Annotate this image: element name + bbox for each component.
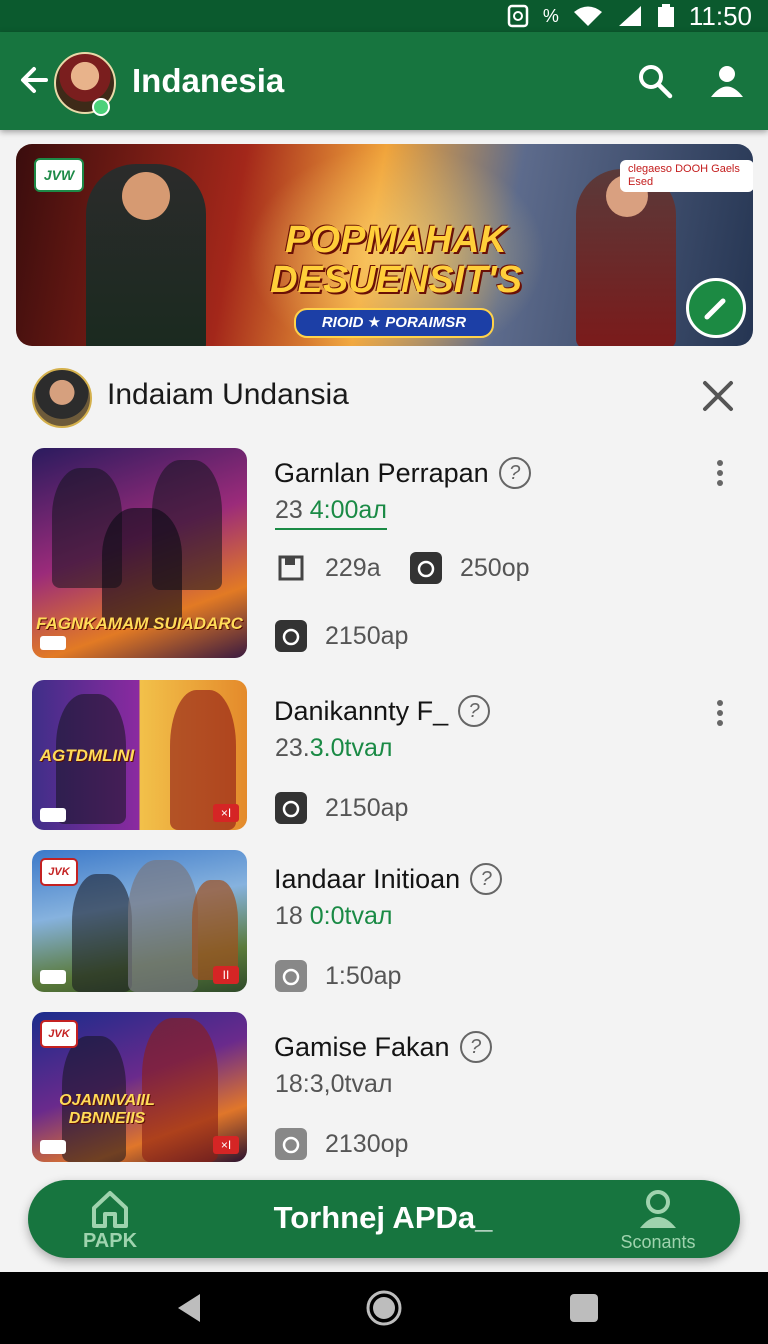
app-bar: Indanesia (0, 32, 768, 130)
game-title: Danikannty F_ ? (274, 694, 491, 728)
thumbnail-tag (40, 636, 66, 650)
game-thumbnail[interactable]: FAGNKAMAM SUIADARC (32, 448, 247, 658)
section-header: Indaiam Undansia (0, 360, 768, 432)
stat: 250op (410, 552, 530, 584)
banner-character-left (86, 164, 206, 346)
thumbnail-badge: ×I (213, 804, 239, 822)
wifi-icon (573, 5, 603, 27)
contacts-tab-label: Sconants (620, 1232, 696, 1252)
battery-saver-icon: % (542, 5, 559, 26)
page-title: Indanesia (132, 62, 285, 99)
help-icon[interactable]: ? (458, 695, 491, 727)
banner-badge: clegaeso DOOH Gaels Esed (620, 160, 753, 192)
home-icon (92, 1191, 128, 1228)
thumbnail-title: AGTDMLINI (39, 746, 135, 765)
edit-button[interactable] (686, 278, 746, 338)
close-icon[interactable] (700, 378, 736, 414)
game-time: 18:3,0tvaл (275, 1070, 393, 1098)
help-icon[interactable]: ? (470, 863, 503, 895)
game-title: Gamise Fakan ? (274, 1030, 492, 1064)
thumbnail-tag (40, 1140, 66, 1154)
stat: 2150ap (275, 620, 408, 652)
thumbnail-tag (40, 970, 66, 984)
stat: 1:50ap (275, 960, 401, 992)
thumbnail-tag (40, 808, 66, 822)
home-tab-label: PAPK (82, 1230, 138, 1252)
contacts-tab[interactable]: Sconants (608, 1188, 708, 1252)
stat: 2150ap (275, 792, 408, 824)
help-icon[interactable]: ? (459, 1031, 492, 1063)
profile-icon[interactable] (708, 62, 746, 100)
nfc-icon (507, 4, 529, 28)
battery-icon (657, 4, 675, 28)
thumbnail-badge: II (213, 966, 239, 984)
stat: 229a (275, 552, 381, 584)
bottom-action-bar: PAPK Torhnej APDa_ Sconants (28, 1180, 740, 1258)
back-arrow-icon[interactable] (16, 62, 52, 98)
camera-icon (275, 960, 307, 992)
promo-banner[interactable]: JVW POPMAHAK DESUENSIT'S RIOID ★ PORAIMS… (16, 144, 753, 346)
nav-home-icon[interactable] (362, 1286, 406, 1330)
home-tab[interactable]: PAPK (83, 1188, 137, 1252)
clock: 11:50 (688, 1, 752, 31)
section-avatar (32, 368, 92, 428)
camera-icon (275, 792, 307, 824)
primary-action-button[interactable]: Torhnej APDa_ (228, 1198, 538, 1238)
camera-icon (275, 1128, 307, 1160)
thumbnail-title: OJANNVAIIL DBNNEIIS (59, 1092, 155, 1127)
nav-recents-icon[interactable] (562, 1286, 606, 1330)
banner-character-right (576, 169, 676, 346)
contacts-icon (640, 1190, 676, 1228)
game-thumbnail[interactable]: OJANNVAIIL DBNNEIIS JVK ×I (32, 1012, 247, 1162)
game-time: 23.3.0tvaл (275, 734, 393, 762)
online-status-dot (92, 98, 110, 116)
nav-back-icon[interactable] (168, 1286, 212, 1330)
thumbnail-badge: ×I (213, 1136, 239, 1154)
stat: 2130op (275, 1128, 408, 1160)
signal-icon (617, 4, 643, 28)
banner-title: POPMAHAK DESUENSIT'S (270, 219, 522, 301)
game-time: 23 4:00aл (275, 494, 387, 530)
game-time: 18 0:0tvaл (275, 902, 393, 930)
save-icon (275, 552, 307, 584)
camera-icon (410, 552, 442, 584)
game-title: Garnlan Perrapan ? (274, 456, 531, 490)
camera-icon (275, 620, 307, 652)
search-icon[interactable] (636, 62, 674, 100)
game-thumbnail[interactable]: AGTDMLINI ×I (32, 680, 247, 830)
more-options-icon[interactable] (716, 700, 724, 728)
help-icon[interactable]: ? (498, 457, 531, 489)
banner-subtitle: RIOID ★ PORAIMSR (294, 308, 494, 338)
thumbnail-logo: JVK (40, 1020, 78, 1048)
more-options-icon[interactable] (716, 460, 724, 488)
status-bar: % 11:50 (0, 0, 768, 32)
system-nav-bar (0, 1272, 768, 1344)
section-title: Indaiam Undansia (107, 378, 349, 411)
banner-logo: JVW (34, 158, 84, 192)
game-title: Iandaar Initioan ? (274, 862, 503, 896)
thumbnail-title: FAGNKAMAM SUIADARC (36, 614, 243, 633)
thumbnail-logo: JVK (40, 858, 78, 886)
pencil-icon (704, 298, 726, 320)
game-thumbnail[interactable]: JVK II (32, 850, 247, 992)
